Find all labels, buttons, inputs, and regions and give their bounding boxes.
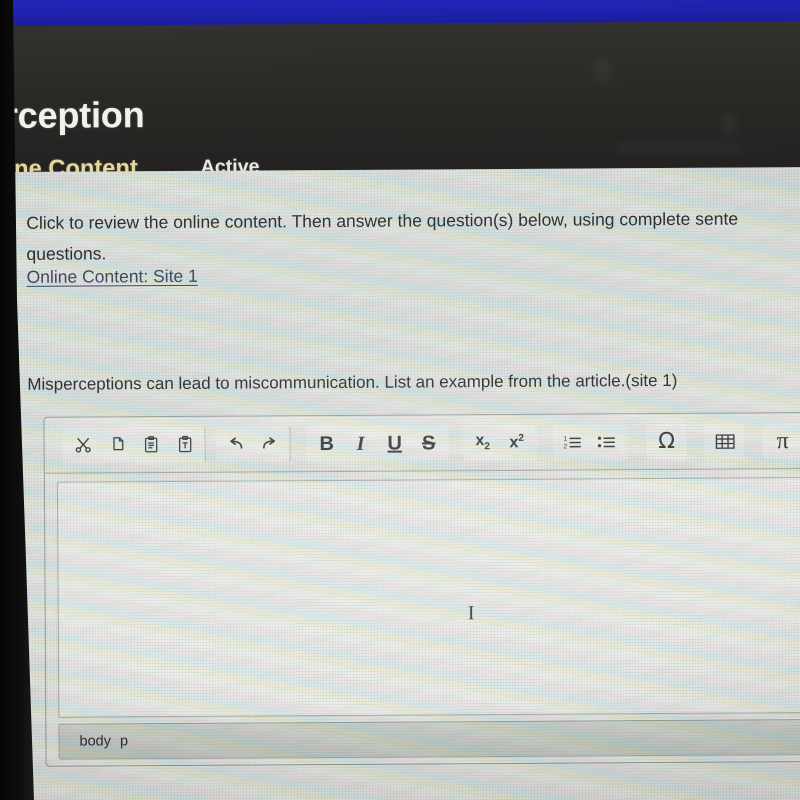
redo-arrow-icon[interactable]: [253, 427, 287, 461]
svg-text:1: 1: [563, 435, 567, 442]
editor-text-area[interactable]: I: [56, 477, 800, 718]
editor-element-path: body p: [58, 719, 800, 760]
pi-math-icon[interactable]: π: [766, 424, 800, 458]
question-text: Misperceptions can lead to miscommunicat…: [27, 370, 678, 394]
app-header: erception nline Content Active: [0, 20, 800, 179]
toolbar-group-script: x2 x2: [462, 424, 537, 461]
underline-label: U: [387, 432, 402, 455]
italic-label: I: [356, 432, 365, 455]
header-glare-artifact: [617, 143, 741, 154]
copy-icon[interactable]: [100, 428, 134, 462]
table-icon[interactable]: [708, 424, 742, 458]
instructions-line-2: questions.: [26, 243, 107, 264]
rich-text-editor[interactable]: B I U S x2 x2 1 2 Ω π I body p: [43, 411, 800, 767]
header-glare-artifact: [722, 114, 737, 135]
paste-icon[interactable]: [134, 428, 168, 462]
content-pane: Click to review the online content. Then…: [8, 167, 800, 800]
text-cursor-icon: I: [467, 602, 475, 625]
cut-scissors-icon[interactable]: [66, 428, 100, 462]
strikethrough-label: S: [421, 431, 436, 454]
bold-label: B: [319, 432, 334, 455]
toolbar-group-clipboard: [62, 426, 206, 464]
header-glare-artifact: [593, 59, 610, 82]
element-path-p[interactable]: p: [120, 733, 128, 749]
toolbar-group-special-character: Ω: [646, 423, 687, 460]
omega-label: Ω: [658, 428, 676, 454]
strikethrough-icon[interactable]: S: [412, 426, 446, 460]
bulleted-list-icon[interactable]: [590, 425, 624, 459]
toolbar-group-history: [215, 425, 291, 463]
italic-icon[interactable]: I: [344, 426, 378, 460]
screen-photo: erception nline Content Active Click to …: [0, 0, 800, 800]
pi-label: π: [776, 427, 789, 454]
online-content-site-1-link[interactable]: Online Content: Site 1: [27, 266, 198, 288]
editor-toolbar: B I U S x2 x2 1 2 Ω π: [44, 412, 800, 474]
numbered-list-icon[interactable]: 1 2: [556, 425, 590, 459]
toolbar-group-basic-styles: B I U S: [306, 424, 449, 462]
omega-special-character-icon[interactable]: Ω: [650, 424, 684, 458]
instructions-line-1: Click to review the online content. Then…: [26, 208, 739, 233]
svg-text:2: 2: [563, 443, 567, 450]
toolbar-group-lists: 1 2: [552, 423, 627, 461]
element-path-body[interactable]: body: [79, 733, 111, 749]
underline-icon[interactable]: U: [378, 426, 412, 460]
bold-icon[interactable]: B: [310, 426, 344, 460]
toolbar-group-math: π: [762, 422, 800, 459]
page-title: erception: [0, 95, 145, 137]
subscript-icon[interactable]: x2: [466, 426, 500, 460]
paste-as-text-icon[interactable]: [168, 427, 202, 461]
toolbar-group-table: [704, 423, 745, 460]
superscript-icon[interactable]: x2: [500, 425, 534, 459]
undo-arrow-icon[interactable]: [219, 427, 253, 461]
